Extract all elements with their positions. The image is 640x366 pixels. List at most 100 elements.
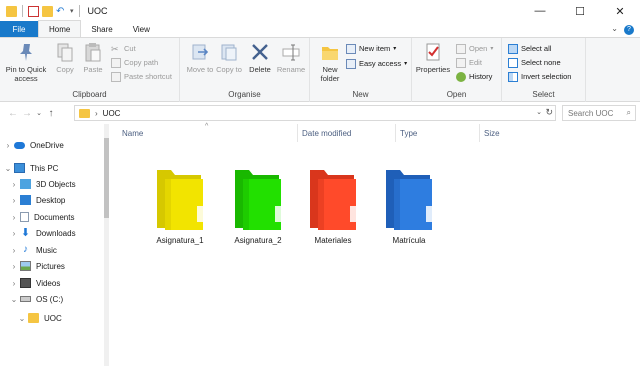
column-header-date-modified[interactable]: Date modified (298, 124, 396, 142)
ribbon-tabs: File Home Share View ⌄ ? (0, 20, 640, 38)
expand-chevron-icon[interactable]: › (2, 141, 14, 150)
expand-chevron-icon[interactable]: › (8, 229, 20, 238)
paste-button[interactable]: Paste (80, 41, 106, 74)
up-arrow-icon[interactable]: ↑ (44, 108, 58, 119)
tab-view[interactable]: View (123, 21, 160, 37)
pin-quick-access-button[interactable]: Pin to Quick access (4, 41, 48, 83)
nav-label: This PC (30, 163, 59, 173)
properties-button[interactable]: Properties (414, 41, 452, 74)
edit-button[interactable]: Edit (456, 56, 482, 69)
column-header-name[interactable]: Name (118, 124, 298, 142)
folder-tile[interactable]: Materiales (296, 166, 370, 245)
rename-button[interactable]: Rename (276, 41, 306, 74)
address-dropdown-icon[interactable]: ⌄ (536, 108, 542, 116)
new-folder-button[interactable]: New folder (316, 41, 344, 83)
select-none-button[interactable]: Select none (508, 56, 561, 69)
collapse-chevron-icon[interactable]: ⌄ (8, 295, 20, 304)
open-label: Open (469, 44, 488, 53)
search-icon: ⌕ (626, 108, 631, 117)
tab-home[interactable]: Home (38, 20, 82, 37)
expand-chevron-icon[interactable]: › (8, 180, 20, 189)
folder-icon (28, 313, 39, 323)
tab-share[interactable]: Share (81, 21, 122, 37)
scrollbar-thumb[interactable] (104, 138, 109, 218)
close-button[interactable]: ✕ (600, 0, 640, 22)
column-header-size[interactable]: Size (480, 124, 556, 142)
cut-label: Cut (124, 44, 136, 53)
folder-name: Materiales (314, 236, 352, 245)
expand-chevron-icon[interactable]: › (8, 246, 20, 255)
column-header-type[interactable]: Type (396, 124, 480, 142)
rename-label: Rename (276, 65, 306, 74)
forward-arrow-icon[interactable]: → (20, 108, 34, 119)
customize-chevron-icon[interactable]: ▾ (70, 7, 74, 15)
back-arrow-icon[interactable]: ← (6, 108, 20, 119)
search-input[interactable]: Search UOC ⌕ (562, 105, 636, 121)
expand-chevron-icon[interactable]: › (8, 262, 20, 271)
collapse-ribbon-icon[interactable]: ⌄ (611, 24, 618, 33)
nav-item-videos[interactable]: › Videos (8, 275, 60, 291)
paste-shortcut-button[interactable]: Paste shortcut (111, 70, 172, 83)
tab-file[interactable]: File (0, 21, 38, 37)
nav-item-pictures[interactable]: › Pictures (8, 258, 65, 274)
download-icon: ⬇ (20, 227, 31, 239)
delete-button[interactable]: Delete (246, 41, 274, 74)
navigation-scrollbar[interactable] (104, 124, 109, 366)
collapse-chevron-icon[interactable]: ⌄ (2, 164, 14, 173)
maximize-button[interactable]: ☐ (560, 0, 600, 22)
select-all-icon (508, 43, 518, 54)
copy-to-icon (221, 44, 237, 61)
select-none-label: Select none (521, 58, 561, 67)
nav-item-this-pc[interactable]: ⌄ This PC (2, 160, 58, 176)
history-button[interactable]: History (456, 70, 492, 83)
nav-item-music[interactable]: › ♪ Music (8, 242, 57, 258)
move-to-button[interactable]: Move to (186, 41, 214, 74)
properties-icon (426, 43, 440, 61)
nav-label: Downloads (36, 228, 76, 238)
navigation-pane: › OneDrive ⌄ This PC › 3D Objects › Desk… (0, 124, 106, 366)
nav-item-onedrive[interactable]: › OneDrive (2, 137, 64, 153)
nav-item-desktop[interactable]: › Desktop (8, 192, 65, 208)
copy-to-button[interactable]: Copy to (215, 41, 243, 74)
open-button[interactable]: Open ▾ (456, 42, 493, 55)
address-bar[interactable]: › UOC ⌄ ↻ (74, 105, 556, 121)
recent-locations-icon[interactable]: ⌄ (34, 109, 44, 117)
nav-item-uoc[interactable]: ⌄ UOC (16, 310, 62, 326)
collapse-chevron-icon[interactable]: ⌄ (16, 314, 28, 323)
picture-icon (20, 261, 31, 271)
cut-button[interactable]: ✂ Cut (111, 42, 136, 55)
folder-tile[interactable]: Asignatura_1 (143, 166, 217, 245)
expand-chevron-icon[interactable]: › (8, 213, 20, 222)
nav-item-documents[interactable]: › Documents (8, 209, 74, 225)
edit-label: Edit (469, 58, 482, 67)
minimize-button[interactable]: — (520, 0, 560, 22)
nav-label: Videos (36, 278, 61, 288)
easy-access-label: Easy access (359, 59, 402, 68)
invert-selection-button[interactable]: Invert selection (508, 70, 571, 83)
new-folder-icon[interactable] (42, 5, 53, 17)
copy-button[interactable]: Copy (52, 41, 78, 74)
folder-tile[interactable]: Matrícula (372, 166, 446, 245)
refresh-icon[interactable]: ↻ (545, 107, 553, 118)
nav-item-downloads[interactable]: › ⬇ Downloads (8, 225, 76, 241)
nav-label: OS (C:) (36, 294, 64, 304)
breadcrumb-current[interactable]: UOC (103, 109, 121, 118)
nav-item-3d-objects[interactable]: › 3D Objects (8, 176, 76, 192)
new-item-button[interactable]: New item ▾ (346, 42, 396, 55)
copy-path-button[interactable]: Copy path (111, 56, 158, 69)
easy-access-button[interactable]: Easy access ▾ (346, 57, 407, 70)
nav-item-os-c[interactable]: ⌄ OS (C:) (8, 291, 63, 307)
select-all-button[interactable]: Select all (508, 42, 551, 55)
undo-icon[interactable]: ↶ (56, 6, 67, 17)
expand-chevron-icon[interactable]: › (8, 196, 20, 205)
nav-label: 3D Objects (36, 179, 76, 189)
folder-icon (386, 170, 434, 230)
expand-chevron-icon[interactable]: › (8, 279, 20, 288)
help-icon[interactable]: ? (624, 25, 634, 35)
pin-icon (20, 44, 32, 61)
properties-check-icon[interactable] (28, 5, 39, 17)
title-bar: ↶ ▾ UOC — ☐ ✕ (0, 0, 640, 22)
copy-path-icon (111, 57, 121, 68)
folder-tile[interactable]: Asignatura_2 (221, 166, 295, 245)
move-to-label: Move to (186, 65, 214, 74)
